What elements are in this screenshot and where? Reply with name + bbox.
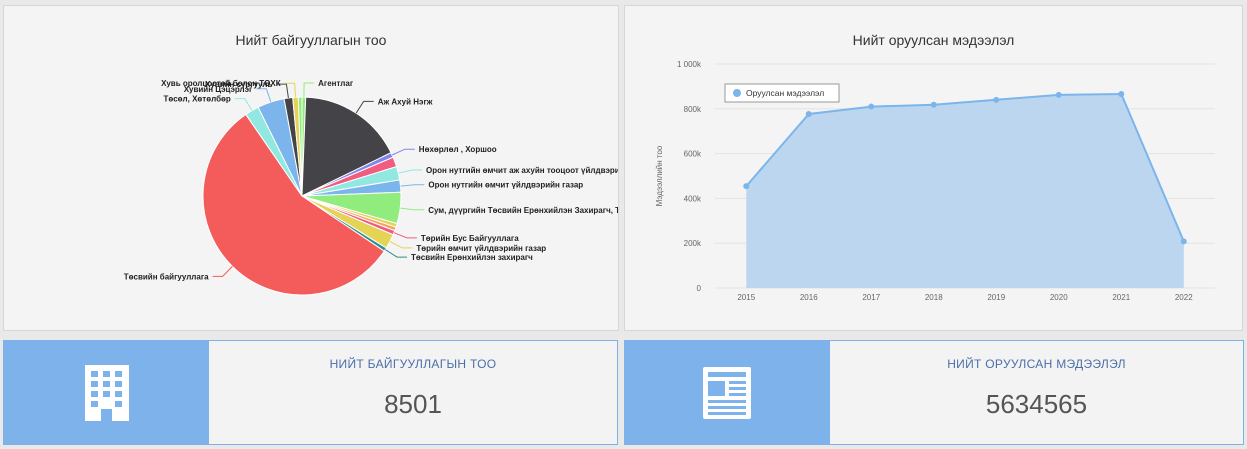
pie-connector-line (303, 82, 315, 98)
y-tick-label: 0 (697, 284, 702, 293)
area-series-fill (746, 94, 1184, 288)
data-point[interactable] (930, 101, 937, 108)
area-chart: 0 200k 400k 600k 800k 1 000k 2015 2016 2017 2018 2… (655, 60, 1215, 302)
card-icon-box (625, 341, 830, 444)
data-point[interactable] (1180, 238, 1187, 245)
pie-slice-label: Аж Ахуй Нэгж (378, 97, 433, 106)
pie-connector-line (212, 266, 233, 277)
area-chart-panel: Нийт оруулсан мэдээлэл 0 200k 400k 600k 800k… (624, 5, 1243, 331)
legend-marker (733, 89, 741, 97)
total-organizations-label: НИЙТ БАЙГУУЛЛАГЫН ТОО (329, 357, 497, 371)
data-point[interactable] (805, 110, 812, 117)
pie-slice-label: Төсвийн байгууллага (124, 272, 209, 281)
pie-connector-line (400, 184, 425, 187)
pie-chart: Агентлаг Аж Ахуй Нэгж Нөхөрлөл , Хоршоо Оро… (124, 79, 618, 296)
data-point[interactable] (993, 96, 1000, 103)
x-tick-label: 2017 (862, 293, 880, 302)
pie-chart-panel: Нийт байгууллагын тоо Агентлаг Аж Ахуй Нэ… (3, 5, 619, 331)
y-tick-label: 400k (684, 194, 702, 203)
y-axis-label: Мэдээллийн тоо (655, 145, 664, 206)
total-submitted-info-value: 5634565 (985, 389, 1088, 419)
pie-connector-line (256, 88, 272, 103)
y-tick-label: 200k (684, 239, 702, 248)
y-tick-label: 600k (684, 150, 702, 159)
x-tick-label: 2018 (925, 293, 943, 302)
newspaper-icon (703, 367, 751, 419)
pie-slice-label: Нөхөрлөл , Хоршоо (419, 145, 497, 154)
pie-connector-line (389, 241, 413, 249)
x-tick-label: 2021 (1112, 293, 1130, 302)
pie-connector-line (393, 232, 417, 239)
data-point[interactable] (868, 103, 875, 110)
pie-connector-line (355, 100, 374, 114)
data-point[interactable] (1118, 91, 1125, 98)
total-organizations-value: 8501 (384, 389, 442, 419)
pie-slice-label: Агентлаг (318, 79, 354, 88)
data-point[interactable] (1055, 91, 1062, 98)
card-icon-box (4, 341, 209, 444)
y-tick-label: 1 000k (677, 60, 702, 69)
pie-slice-label: Төсвийн Ерөнхийлэн захирагч (411, 253, 533, 262)
x-tick-label: 2016 (800, 293, 818, 302)
x-tick-label: 2015 (737, 293, 755, 302)
x-tick-label: 2019 (987, 293, 1005, 302)
pie-slice-label: Орон нутгийн өмчит үйлдвэрийн газар (428, 181, 583, 190)
x-tick-label: 2022 (1175, 293, 1193, 302)
data-point[interactable] (743, 183, 750, 190)
pie-slice-label: Орон нутгийн өмчит аж ахуйн тооцоот үйлд… (426, 166, 618, 175)
pie-slice-label: Сум, дүүргийн Төсвийн Ерөнхийлэн Захираг… (428, 206, 618, 215)
pie-slice-label: Хувь оролцоотой болон ТӨХК (161, 79, 281, 88)
y-tick-label: 800k (684, 105, 702, 114)
total-submitted-info-label: НИЙТ ОРУУЛСАН МЭДЭЭЛЭЛ (947, 357, 1126, 371)
pie-connector-line (385, 249, 407, 258)
legend-item[interactable]: Оруулсан мэдээлэл (746, 88, 824, 98)
pie-slice-label: Төрийн өмчит үйлдвэрийн газар (416, 244, 546, 253)
total-submitted-info-card: НИЙТ ОРУУЛСАН МЭДЭЭЛЭЛ 5634565 (624, 340, 1244, 445)
pie-connector-line (398, 169, 422, 174)
pie-slice-label: Төрийн Бус Байгууллага (421, 234, 519, 243)
total-organizations-card: НИЙТ БАЙГУУЛЛАГЫН ТОО 8501 (3, 340, 618, 445)
pie-slice-label: Төсөл, Хөтөлбөр (163, 95, 230, 104)
building-icon (85, 365, 129, 421)
pie-connector-line (391, 148, 415, 156)
x-tick-label: 2020 (1050, 293, 1068, 302)
pie-connector-line (234, 98, 253, 111)
pie-connector-line (400, 207, 425, 211)
